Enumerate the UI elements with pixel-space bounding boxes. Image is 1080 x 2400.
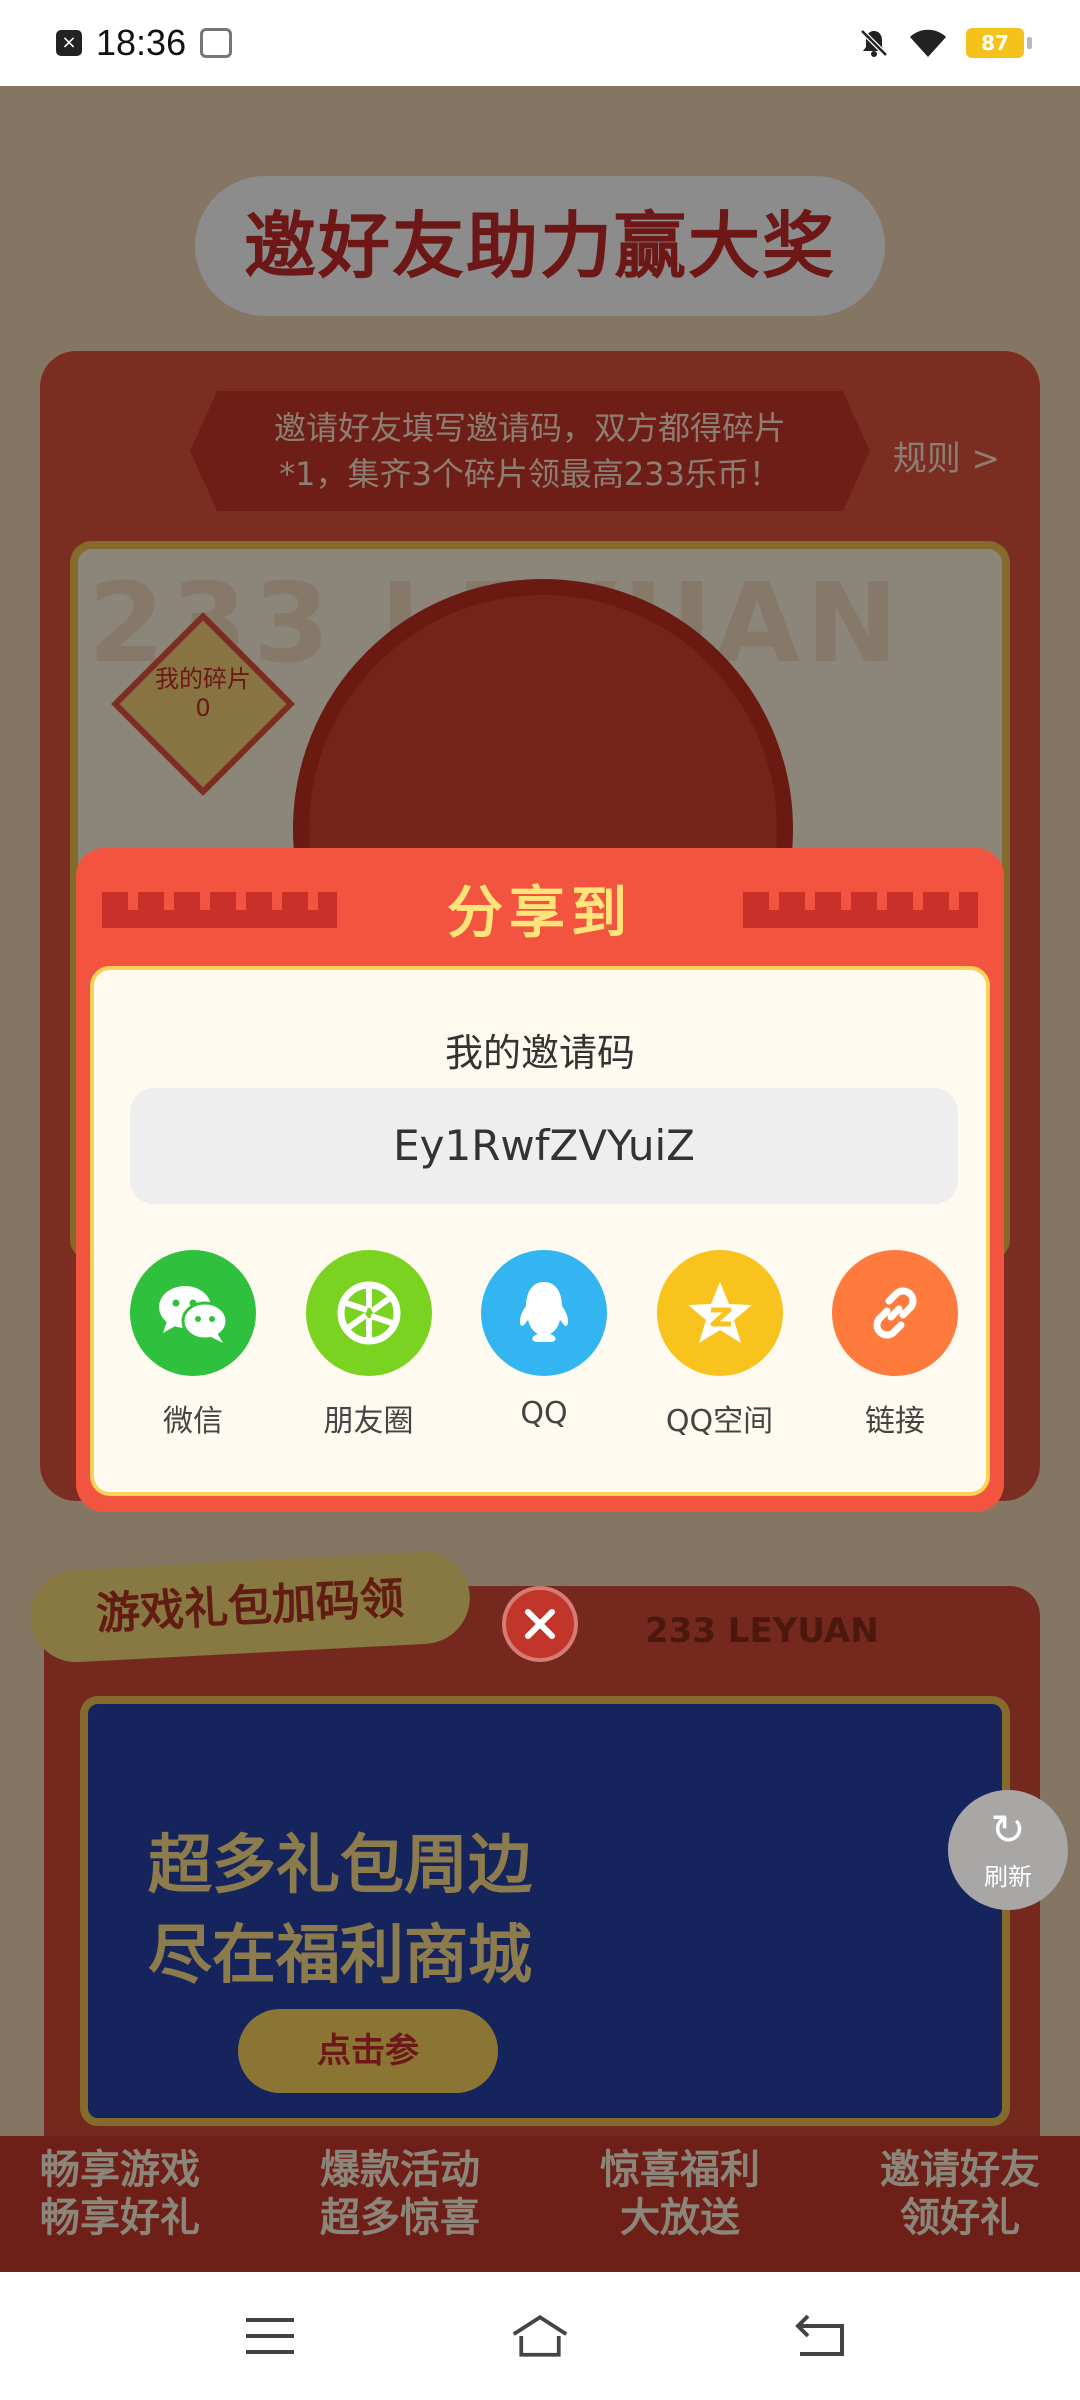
link-icon[interactable] [832,1250,958,1376]
navigation-bar [0,2272,1080,2400]
share-moments-label: 朋友圈 [323,1404,414,1439]
nav-home-button[interactable] [510,2306,570,2366]
share-link-label: 链接 [865,1404,925,1439]
back-icon [795,2314,844,2356]
invite-code-field[interactable]: Ey1RwfZVYuiZ [130,1088,958,1204]
game-controller-icon [200,28,233,58]
refresh-button[interactable]: ↻ 刷新 [948,1790,1068,1910]
share-qq-label: QQ [520,1396,568,1431]
battery-indicator: 87 [966,28,1032,58]
modal-title: 分享到 [447,881,633,946]
nav-menu-button[interactable] [240,2306,300,2366]
nav-back-button[interactable] [792,2306,852,2366]
share-qq[interactable]: QQ [481,1250,607,1450]
share-options: 微信 朋友圈 QQ QQ空间 链接 [130,1250,958,1450]
share-qzone[interactable]: QQ空间 [656,1250,783,1450]
close-icon [525,1609,555,1639]
share-moments[interactable]: 朋友圈 [305,1250,432,1450]
wechat-icon[interactable] [130,1250,256,1376]
status-bar: × 18:36 87 [0,0,1080,86]
home-icon [512,2315,568,2357]
modal-content: 我的邀请码 Ey1RwfZVYuiZ 微信 朋友圈 QQ QQ空间 链接 [90,966,990,1496]
share-wechat-label: 微信 [163,1404,223,1439]
share-link[interactable]: 链接 [832,1250,958,1450]
wifi-icon [910,29,946,57]
refresh-icon: ↻ [990,1804,1026,1854]
share-modal: 分享到 我的邀请码 Ey1RwfZVYuiZ 微信 朋友圈 QQ QQ空间 链接 [76,848,1004,1512]
close-modal-button[interactable] [502,1586,578,1662]
status-time: 18:36 [96,22,187,63]
notification-close-icon: × [56,30,82,56]
menu-icon [246,2318,294,2354]
refresh-label: 刷新 [984,1862,1032,1891]
qq-icon[interactable] [481,1250,607,1376]
share-wechat[interactable]: 微信 [130,1250,256,1450]
mute-bell-icon [860,29,888,57]
invite-code-label: 我的邀请码 [444,1031,635,1075]
qzone-icon[interactable] [656,1250,783,1376]
screen: × 18:36 87 邀好友助力赢大奖 邀请好友填写邀请码，双方都得碎片 *1，… [0,0,1080,2400]
moments-icon[interactable] [305,1250,432,1376]
share-qzone-label: QQ空间 [665,1404,774,1439]
